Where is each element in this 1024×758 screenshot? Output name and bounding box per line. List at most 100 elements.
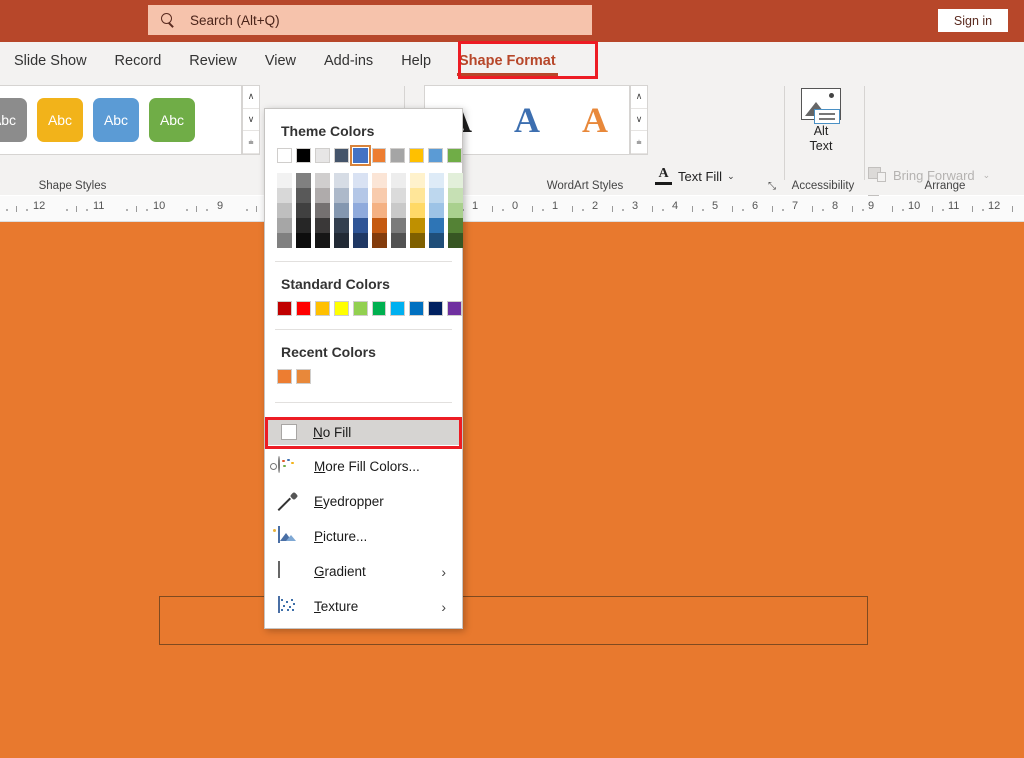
slide-canvas[interactable] xyxy=(0,222,1024,758)
color-swatch[interactable] xyxy=(296,369,311,384)
group-label-arrange: Arrange xyxy=(866,180,1024,192)
submenu-arrow-icon[interactable]: › xyxy=(441,564,446,580)
picture-label: Picture... xyxy=(314,529,367,544)
tab-view[interactable]: View xyxy=(251,42,310,80)
wordart-thumb[interactable]: A xyxy=(514,99,540,141)
eyedropper-icon xyxy=(278,492,298,512)
horizontal-ruler[interactable]: 12 11 10 9 8 7 1 0 1 2 3 4 5 6 7 8 9 10 … xyxy=(0,196,1024,222)
menu-item-texture[interactable]: Texture › xyxy=(265,589,462,624)
wordart-dialog-launcher[interactable]: ⤡ xyxy=(762,181,782,192)
color-swatch[interactable] xyxy=(428,301,443,316)
variant-column[interactable] xyxy=(296,173,311,248)
tab-record[interactable]: Record xyxy=(101,42,176,80)
search-box[interactable]: Search (Alt+Q) xyxy=(148,5,592,35)
standard-colors-row[interactable] xyxy=(265,301,462,316)
tab-review[interactable]: Review xyxy=(175,42,251,80)
color-swatch[interactable] xyxy=(296,148,311,163)
scroll-more-icon[interactable]: ⩧ xyxy=(243,131,259,154)
group-label-wordart-styles: WordArt Styles xyxy=(480,180,690,192)
variant-column[interactable] xyxy=(334,173,349,248)
chevron-down-icon[interactable]: ⌄ xyxy=(727,171,735,182)
color-swatch[interactable] xyxy=(296,301,311,316)
variant-column[interactable] xyxy=(315,173,330,248)
wordart-styles-scrollbar[interactable]: ∧ ∨ ⩧ xyxy=(630,85,648,155)
variant-column[interactable] xyxy=(391,173,406,248)
color-swatch-selected[interactable] xyxy=(353,148,368,163)
group-separator xyxy=(864,86,865,180)
submenu-arrow-icon[interactable]: › xyxy=(441,599,446,615)
shape-styles-scrollbar[interactable]: ∧ ∨ ⩧ xyxy=(242,85,260,155)
ruler-tick: 9 xyxy=(868,200,874,212)
sign-in-button[interactable]: Sign in xyxy=(938,9,1008,32)
recent-colors-row[interactable] xyxy=(265,369,462,384)
shape-style-thumb[interactable]: Abc xyxy=(93,98,139,142)
color-swatch[interactable] xyxy=(315,148,330,163)
alt-text-picture-icon xyxy=(801,88,841,120)
tab-shape-format[interactable]: Shape Format xyxy=(445,42,570,80)
color-swatch[interactable] xyxy=(334,148,349,163)
color-swatch[interactable] xyxy=(390,148,405,163)
color-swatch[interactable] xyxy=(277,369,292,384)
shape-style-thumb[interactable]: Abc xyxy=(0,98,27,142)
variant-column[interactable] xyxy=(372,173,387,248)
tab-add-ins[interactable]: Add-ins xyxy=(310,42,387,80)
color-swatch[interactable] xyxy=(447,301,462,316)
shape-fill-dropdown-menu[interactable]: Theme Colors xyxy=(264,108,463,629)
alt-text-button[interactable]: Alt Text xyxy=(793,88,849,154)
shape-styles-gallery[interactable]: Abc Abc Abc Abc xyxy=(0,85,242,155)
wordart-thumb[interactable]: A xyxy=(582,99,608,141)
group-label-accessibility: Accessibility xyxy=(786,180,860,192)
color-swatch[interactable] xyxy=(390,301,405,316)
menu-item-picture[interactable]: Picture... xyxy=(265,519,462,554)
color-swatch[interactable] xyxy=(409,301,424,316)
search-placeholder: Search (Alt+Q) xyxy=(190,13,280,28)
color-swatch[interactable] xyxy=(315,301,330,316)
scroll-up-icon[interactable]: ∧ xyxy=(631,86,647,109)
scroll-more-icon[interactable]: ⩧ xyxy=(631,131,647,154)
shape-style-thumb[interactable]: Abc xyxy=(149,98,195,142)
menu-item-more-fill-colors[interactable]: More Fill Colors... xyxy=(265,449,462,484)
gradient-label: Gradient xyxy=(314,564,366,579)
no-fill-label: No Fill xyxy=(313,425,351,440)
ruler-tick: 8 xyxy=(832,200,838,212)
variant-column[interactable] xyxy=(277,173,292,248)
ruler-tick: 1 xyxy=(552,200,558,212)
color-swatch[interactable] xyxy=(447,148,462,163)
variant-column[interactable] xyxy=(429,173,444,248)
tab-slide-show[interactable]: Slide Show xyxy=(0,42,101,80)
scroll-up-icon[interactable]: ∧ xyxy=(243,86,259,109)
ruler-tick: 10 xyxy=(153,200,165,212)
variant-column[interactable] xyxy=(448,173,463,248)
ruler-tick: 3 xyxy=(632,200,638,212)
ruler-tick: 11 xyxy=(93,200,104,212)
color-swatch[interactable] xyxy=(372,148,387,163)
scroll-down-icon[interactable]: ∨ xyxy=(243,109,259,132)
ruler-tick: 12 xyxy=(988,200,1000,212)
color-swatch[interactable] xyxy=(372,301,387,316)
color-swatch[interactable] xyxy=(409,148,424,163)
variant-column[interactable] xyxy=(353,173,368,248)
menu-item-eyedropper[interactable]: Eyedropper xyxy=(265,484,462,519)
menu-item-no-fill[interactable]: No Fill xyxy=(268,419,461,445)
color-swatch[interactable] xyxy=(428,148,443,163)
color-swatch[interactable] xyxy=(277,301,292,316)
ruler-tick: 7 xyxy=(792,200,798,212)
fill-menu-list[interactable]: More Fill Colors... Eyedropper Picture..… xyxy=(265,449,462,624)
picture-icon xyxy=(278,527,298,547)
scroll-down-icon[interactable]: ∨ xyxy=(631,109,647,132)
ruler-tick: 10 xyxy=(908,200,920,212)
title-bar: Search (Alt+Q) Sign in xyxy=(0,0,1024,42)
ruler-tick: 4 xyxy=(672,200,678,212)
theme-color-variants-grid[interactable] xyxy=(265,163,462,248)
theme-colors-row[interactable] xyxy=(265,148,462,163)
ruler-tick: 1 xyxy=(472,200,478,212)
standard-colors-heading: Standard Colors xyxy=(265,262,462,301)
tab-help[interactable]: Help xyxy=(387,42,445,80)
theme-colors-heading: Theme Colors xyxy=(265,109,462,148)
variant-column[interactable] xyxy=(410,173,425,248)
color-swatch[interactable] xyxy=(353,301,368,316)
color-swatch[interactable] xyxy=(277,148,292,163)
shape-style-thumb[interactable]: Abc xyxy=(37,98,83,142)
color-swatch[interactable] xyxy=(334,301,349,316)
menu-item-gradient[interactable]: Gradient › xyxy=(265,554,462,589)
